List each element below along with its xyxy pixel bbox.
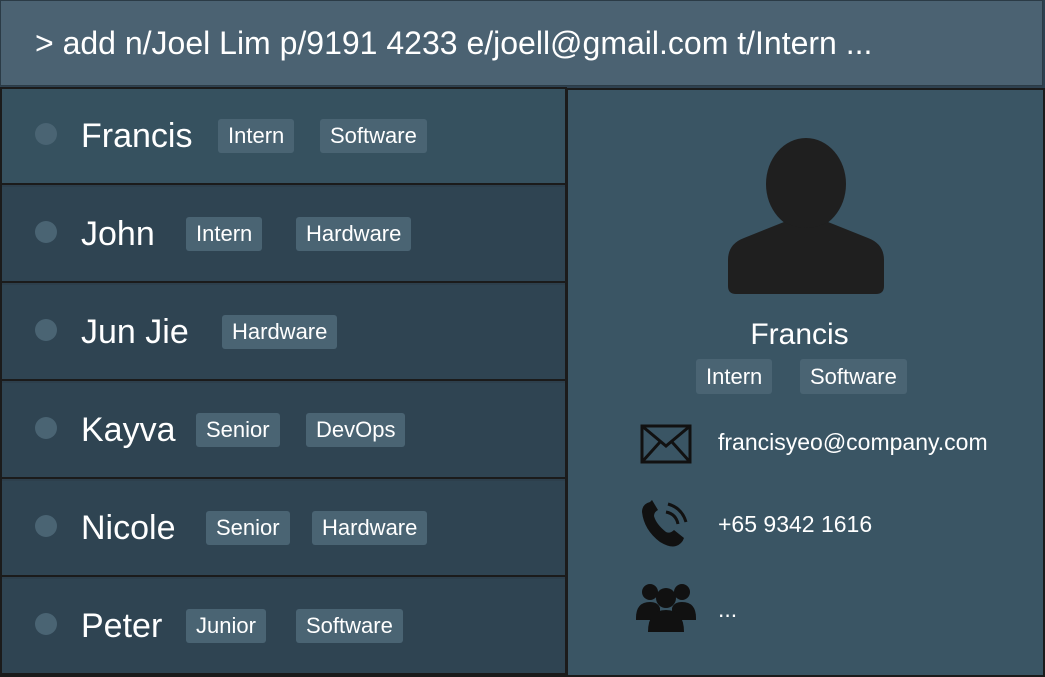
tag-badge: DevOps bbox=[306, 413, 406, 447]
detail-tag-badge: Intern bbox=[696, 359, 773, 394]
tag-badge: Intern bbox=[218, 119, 295, 153]
tag-badge: Hardware bbox=[296, 217, 412, 251]
tag-badge: Hardware bbox=[222, 315, 338, 349]
status-dot-icon bbox=[35, 221, 57, 243]
command-text: > add n/Joel Lim p/9191 4233 e/joell@gma… bbox=[35, 24, 873, 61]
status-dot-icon bbox=[35, 515, 57, 537]
person-list-item[interactable]: Kayva Senior DevOps bbox=[2, 383, 565, 479]
tag-badge: Software bbox=[320, 119, 427, 153]
detail-tag-badge: Software bbox=[800, 359, 907, 394]
person-name: Peter bbox=[81, 606, 163, 645]
person-detail-panel: Francis Intern Software francisyeo@compa… bbox=[566, 88, 1045, 677]
envelope-icon bbox=[640, 424, 692, 464]
person-list-item[interactable]: Peter Junior Software bbox=[2, 579, 565, 675]
phone-icon bbox=[642, 500, 688, 547]
person-name: Nicole bbox=[81, 508, 176, 547]
person-list-item[interactable]: John Intern Hardware bbox=[2, 187, 565, 283]
detail-group: ... bbox=[718, 596, 738, 622]
person-list-item[interactable]: Jun Jie Hardware bbox=[2, 285, 565, 381]
detail-person-name: Francis bbox=[750, 318, 849, 351]
people-group-icon bbox=[636, 584, 696, 632]
detail-phone: +65 9342 1616 bbox=[718, 511, 873, 537]
person-name: Jun Jie bbox=[81, 312, 189, 351]
person-name: Kayva bbox=[81, 410, 176, 449]
person-list: Francis Intern Software John Intern Hard… bbox=[0, 87, 567, 677]
status-dot-icon bbox=[35, 417, 57, 439]
detail-email: francisyeo@company.com bbox=[718, 429, 988, 455]
tag-badge: Intern bbox=[186, 217, 263, 251]
status-dot-icon bbox=[35, 613, 57, 635]
tag-badge: Senior bbox=[196, 413, 280, 447]
tag-badge: Junior bbox=[186, 609, 266, 643]
person-list-item[interactable]: Francis Intern Software bbox=[2, 89, 565, 185]
command-input[interactable]: > add n/Joel Lim p/9191 4233 e/joell@gma… bbox=[0, 0, 1043, 86]
tag-badge: Senior bbox=[206, 511, 290, 545]
person-name: Francis bbox=[81, 116, 193, 155]
status-dot-icon bbox=[35, 319, 57, 341]
person-name: John bbox=[81, 214, 155, 253]
person-silhouette-icon bbox=[728, 138, 884, 294]
status-dot-icon bbox=[35, 123, 57, 145]
tag-badge: Hardware bbox=[312, 511, 428, 545]
person-list-item[interactable]: Nicole Senior Hardware bbox=[2, 481, 565, 577]
tag-badge: Software bbox=[296, 609, 403, 643]
app-window: > add n/Joel Lim p/9191 4233 e/joell@gma… bbox=[0, 0, 1045, 677]
